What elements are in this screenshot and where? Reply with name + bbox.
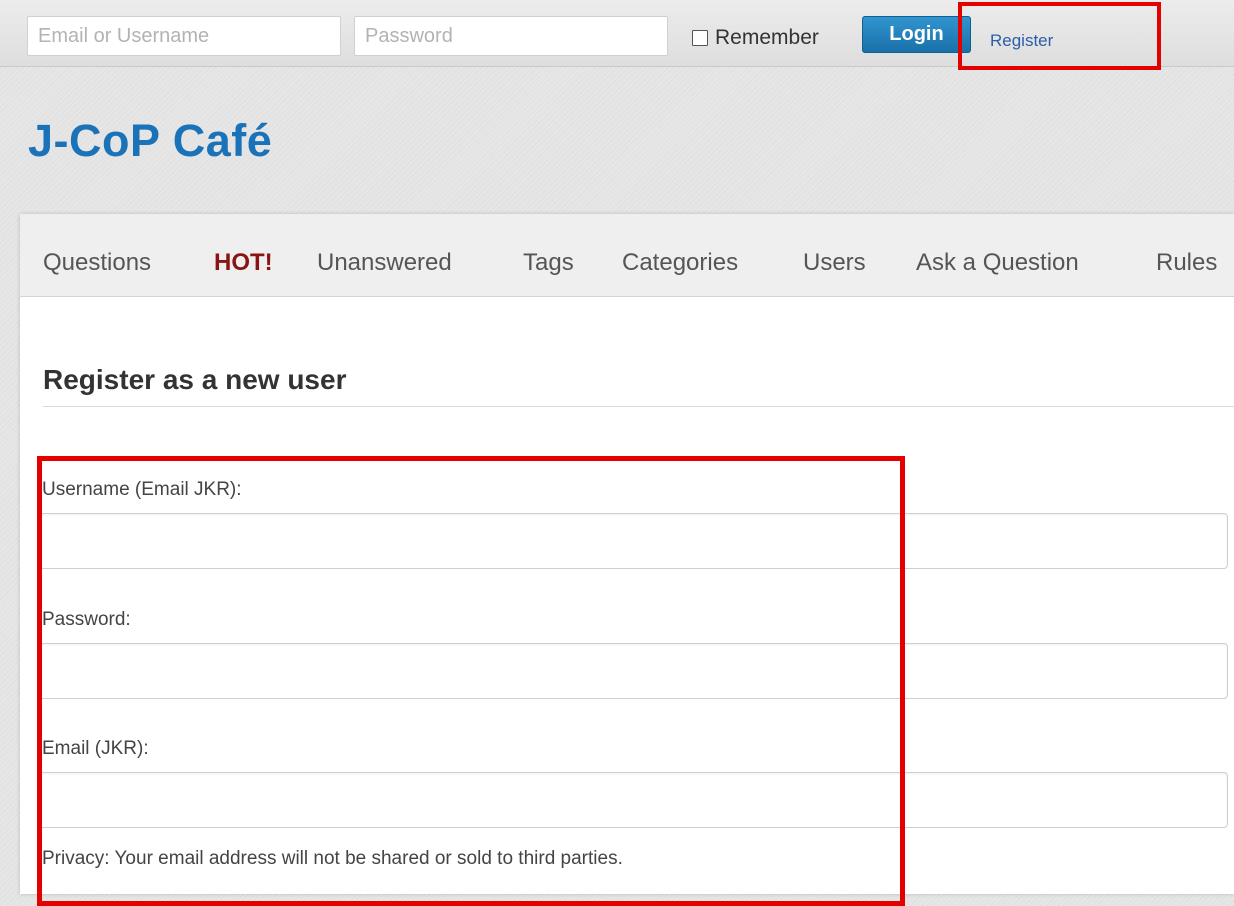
nav-unanswered[interactable]: Unanswered xyxy=(317,249,452,277)
nav-ask-question[interactable]: Ask a Question xyxy=(916,249,1079,277)
checkbox-icon[interactable] xyxy=(692,30,708,46)
login-username-input[interactable] xyxy=(27,16,341,56)
username-field[interactable] xyxy=(38,513,1228,569)
heading-divider xyxy=(43,406,1234,407)
nav-users[interactable]: Users xyxy=(803,249,866,277)
email-field[interactable] xyxy=(38,772,1228,828)
main-nav: Questions HOT! Unanswered Tags Categorie… xyxy=(20,214,1234,297)
nav-questions[interactable]: Questions xyxy=(43,249,151,277)
password-label: Password: xyxy=(42,609,131,630)
privacy-note: Privacy: Your email address will not be … xyxy=(42,848,623,869)
login-password-input[interactable] xyxy=(354,16,668,56)
register-link[interactable]: Register xyxy=(990,31,1053,51)
email-label: Email (JKR): xyxy=(42,738,149,759)
site-title[interactable]: J-CoP Café xyxy=(28,118,272,163)
page-title: Register as a new user xyxy=(43,364,347,395)
login-button[interactable]: Login xyxy=(862,16,971,53)
nav-tags[interactable]: Tags xyxy=(523,249,574,277)
login-bar: Remember Login Register xyxy=(0,0,1234,67)
password-field[interactable] xyxy=(38,643,1228,699)
username-label: Username (Email JKR): xyxy=(42,479,242,500)
nav-rules[interactable]: Rules xyxy=(1156,249,1217,277)
remember-label: Remember xyxy=(715,26,819,49)
nav-categories[interactable]: Categories xyxy=(622,249,738,277)
remember-checkbox[interactable]: Remember xyxy=(692,26,819,50)
nav-hot[interactable]: HOT! xyxy=(214,249,273,277)
